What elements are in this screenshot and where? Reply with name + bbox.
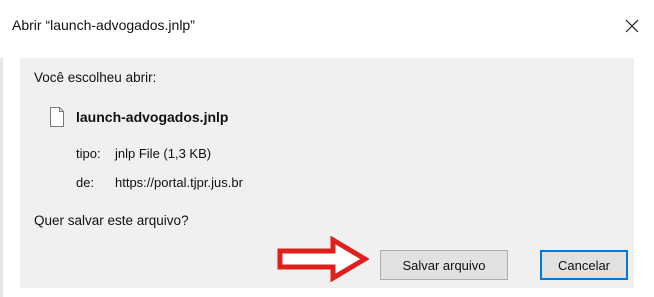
file-name: launch-advogados.jnlp	[76, 109, 229, 125]
source-label: de:	[76, 175, 95, 190]
type-label: tipo:	[76, 146, 101, 161]
intro-text: Você escolheu abrir:	[34, 70, 157, 85]
save-file-dialog: Abrir “launch-advogados.jnlp” Você escol…	[0, 0, 654, 297]
cancel-button[interactable]: Cancelar	[540, 250, 628, 280]
close-icon	[625, 19, 639, 33]
arrow-right-icon	[277, 236, 369, 282]
dialog-content: Você escolheu abrir: launch-advogados.jn…	[20, 58, 634, 288]
type-value: jnlp File (1,3 KB)	[115, 146, 212, 161]
window-title: Abrir “launch-advogados.jnlp”	[12, 17, 195, 33]
save-file-button[interactable]: Salvar arquivo	[380, 250, 508, 280]
save-question: Quer salvar este arquivo?	[34, 213, 189, 228]
document-icon	[50, 107, 64, 127]
source-url: https://portal.tjpr.jus.br	[115, 175, 243, 190]
close-button[interactable]	[616, 10, 648, 42]
title-bar[interactable]: Abrir “launch-advogados.jnlp”	[0, 0, 654, 58]
